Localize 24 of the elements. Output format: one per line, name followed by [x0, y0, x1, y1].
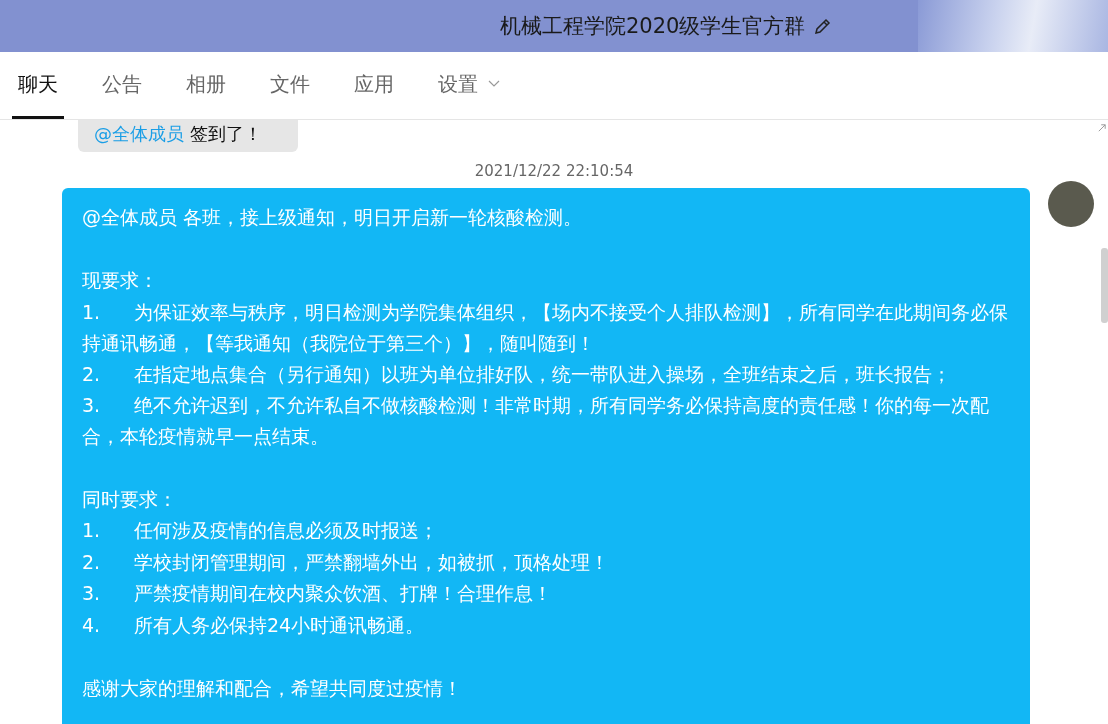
caret-icon — [488, 80, 500, 88]
message-text: 同时要求： — [82, 486, 178, 512]
message-text: 签到了！ — [189, 123, 262, 144]
message-text: 4. 所有人务必保持24小时通讯畅通。 — [82, 612, 426, 638]
message-text: 感谢大家的理解和配合，希望共同度过疫情！ — [82, 675, 463, 701]
message-text: 2. 在指定地点集合（另行通知）以班为单位排好队，统一带队进入操场，全班结束之后，班长报告； — [82, 361, 952, 387]
avatar[interactable] — [1048, 181, 1094, 227]
expand-arrow-icon[interactable] — [1098, 124, 1106, 132]
tab[interactable]: 公告 — [96, 52, 148, 119]
message-text: 1. 为保证效率与秩序，明日检测为学院集体组织，【场内不接受个人排队检测】，所有同学在此期间务必保持通讯畅通，【等我通知（我院位于第三个）】，随叫随到！ — [82, 299, 1009, 356]
message-text: 3. 绝不允许迟到，不允许私自不做核酸检测！非常时期，所有同学务必保持高度的责任感！你的每一次配合，本轮疫情就早一点结束。 — [82, 393, 990, 449]
message-text: @全体成员 各班，接上级通知，明日开启新一轮核酸检测。 — [82, 205, 584, 230]
tab[interactable]: 设置 — [432, 52, 506, 119]
message-text: 1. 任何涉及疫情的信息必须及时报送； — [82, 518, 439, 543]
group-title: 机械工程学院2020级学生官方群 — [500, 13, 806, 40]
tab[interactable]: 文件 — [264, 52, 316, 119]
timestamp: 2021/12/22 22:10:54 — [473, 162, 635, 180]
scrollbar-thumb[interactable] — [1101, 248, 1108, 323]
message-text: 3. 严禁疫情期间在校内聚众饮酒、打牌！合理作息！ — [82, 581, 553, 606]
tab[interactable]: 应用 — [348, 52, 400, 119]
message-text: 现要求： — [82, 268, 159, 293]
tab[interactable]: 聊天 — [12, 52, 64, 119]
message-text: 2. 学校封闭管理期间，严禁翻墙外出，如被抓，顶格处理！ — [82, 549, 610, 575]
tab[interactable]: 相册 — [180, 52, 232, 119]
